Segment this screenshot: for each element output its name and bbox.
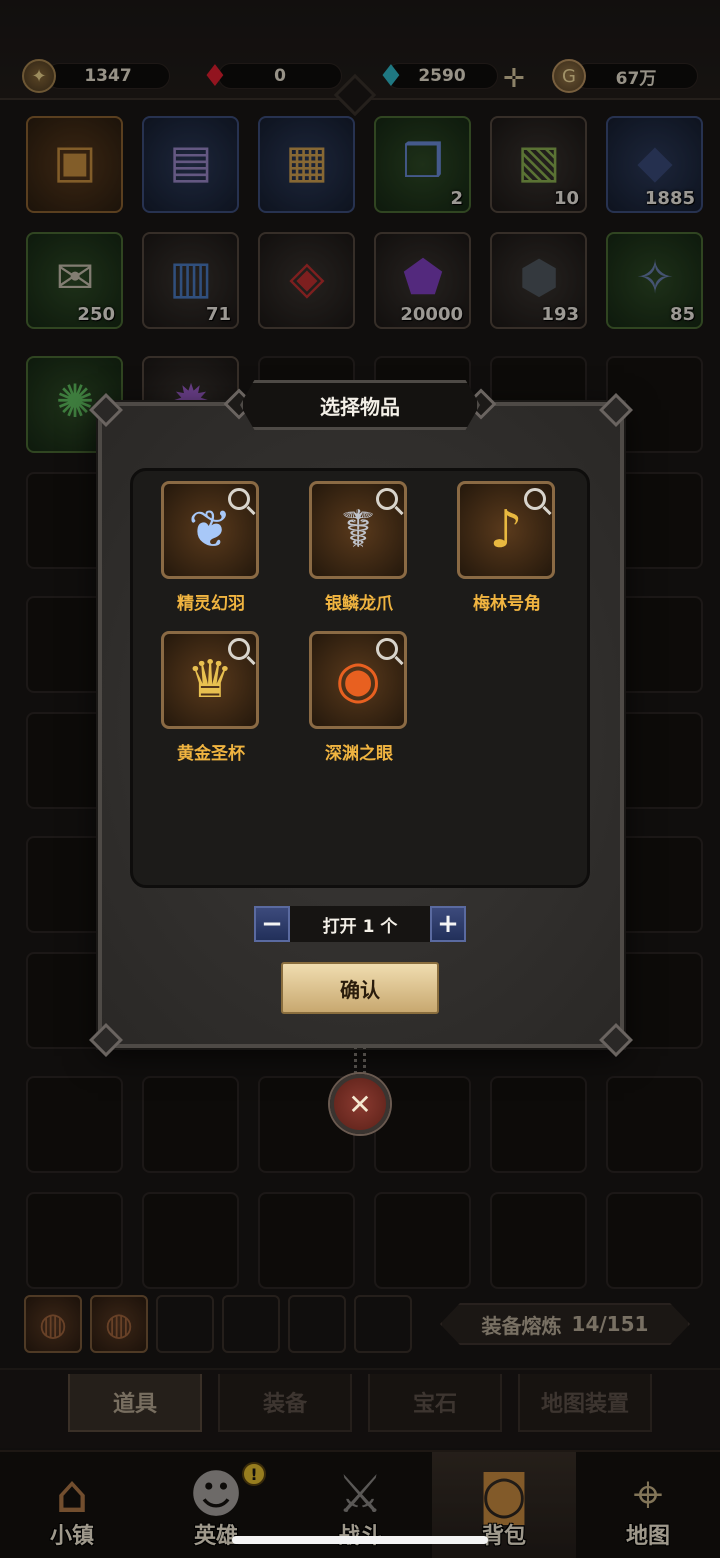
open-count-label: 打开 1 个	[290, 906, 430, 942]
abyss-eye-icon: ◉	[309, 631, 407, 729]
quantity-stepper: − 打开 1 个 +	[254, 906, 466, 942]
choice-item[interactable]: ☤ 银鳞龙爪	[309, 481, 409, 614]
choice-item[interactable]: ♛ 黄金圣杯	[161, 631, 261, 764]
item-name: 梅林号角	[473, 594, 541, 614]
dialog-title: 选择物品	[240, 380, 480, 430]
choice-item[interactable]: ❦ 精灵幻羽	[161, 481, 261, 614]
confirm-label: 确认	[340, 977, 380, 1002]
item-choice-panel: ❦ 精灵幻羽 ☤ 银鳞龙爪 ♪ 梅林号角 ♛ 黄金圣杯 ◉ 深渊之眼	[130, 468, 590, 888]
dialog-title-text: 选择物品	[320, 394, 400, 419]
item-name: 黄金圣杯	[177, 744, 245, 764]
choice-item[interactable]: ♪ 梅林号角	[457, 481, 557, 614]
item-name: 精灵幻羽	[177, 594, 245, 614]
horn-icon: ♪	[457, 481, 555, 579]
dragon-claw-icon: ☤	[309, 481, 407, 579]
choice-item[interactable]: ◉ 深渊之眼	[309, 631, 409, 764]
plus-icon: +	[437, 909, 459, 939]
golden-grail-icon: ♛	[161, 631, 259, 729]
home-indicator[interactable]	[232, 1536, 488, 1544]
item-name: 银鳞龙爪	[325, 594, 393, 614]
item-name: 深渊之眼	[325, 744, 393, 764]
increase-button[interactable]: +	[430, 906, 466, 942]
confirm-button[interactable]: 确认	[281, 962, 439, 1014]
magnifier-icon[interactable]	[228, 488, 250, 510]
open-count-text: 打开 1 个	[322, 916, 398, 937]
minus-icon: −	[261, 909, 283, 939]
magnifier-icon[interactable]	[376, 638, 398, 660]
close-icon[interactable]: ✕	[330, 1074, 390, 1134]
magnifier-icon[interactable]	[228, 638, 250, 660]
chain-ornament	[354, 1046, 366, 1074]
magnifier-icon[interactable]	[524, 488, 546, 510]
decrease-button[interactable]: −	[254, 906, 290, 942]
feather-icon: ❦	[161, 481, 259, 579]
magnifier-icon[interactable]	[376, 488, 398, 510]
